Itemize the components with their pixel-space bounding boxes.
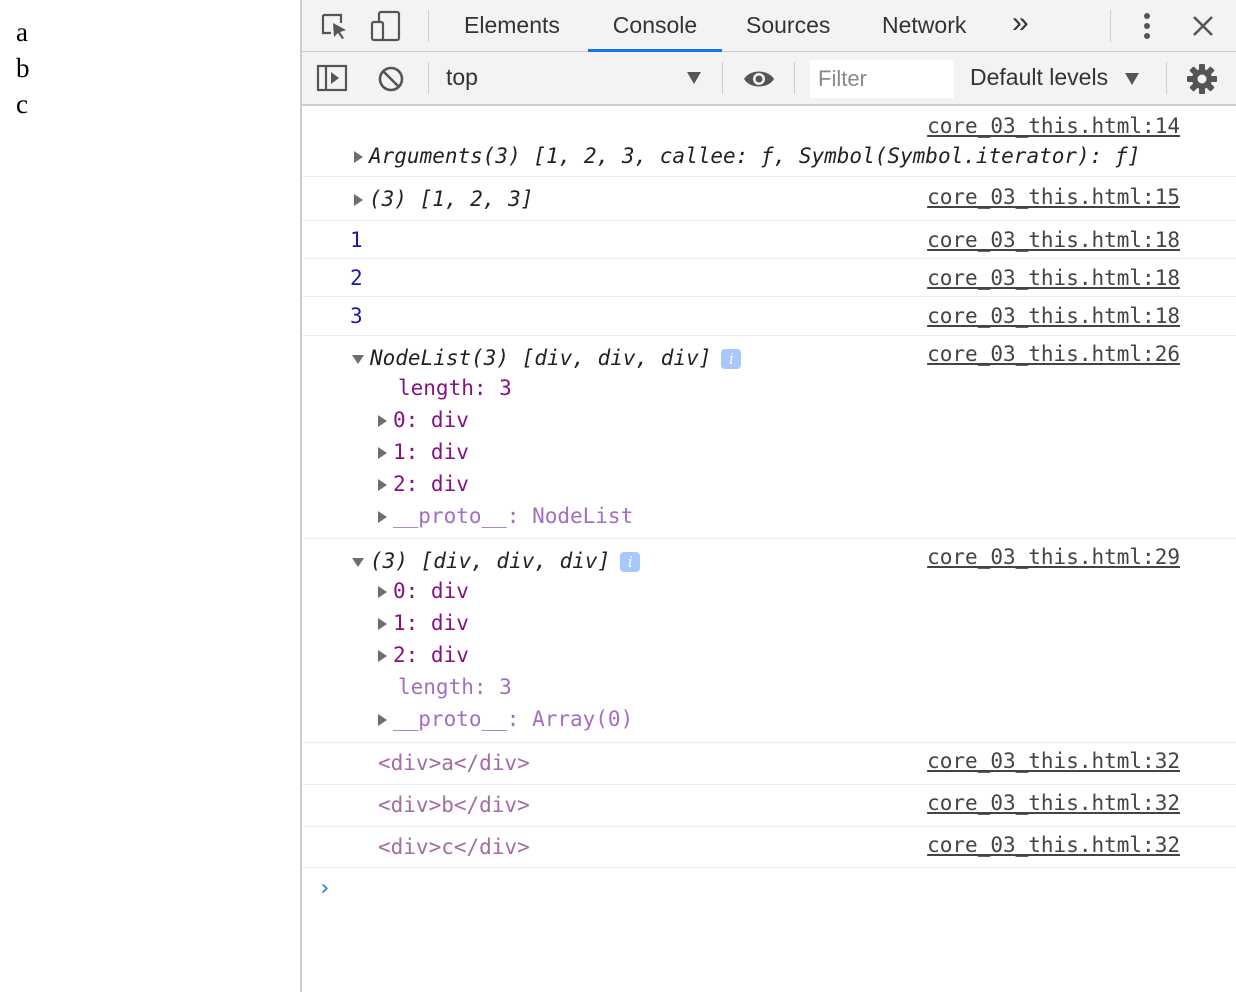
source-link[interactable]: core_03_this.html:29 — [927, 545, 1180, 569]
object-property[interactable]: 0: div — [378, 408, 469, 432]
source-link[interactable]: core_03_this.html:18 — [927, 228, 1180, 252]
source-link[interactable]: core_03_this.html:18 — [927, 304, 1180, 328]
console-message: core_03_this.html:18 3 — [302, 297, 1236, 336]
console-message: core_03_this.html:26 NodeList(3) [div, d… — [302, 336, 1236, 539]
object-property[interactable]: 2: div — [378, 643, 469, 667]
html-element-node[interactable]: <div>b</div> — [378, 793, 530, 817]
clear-console-icon[interactable] — [374, 62, 408, 96]
object-property[interactable]: 0: div — [378, 579, 469, 603]
expand-triangle-icon[interactable] — [378, 714, 387, 726]
expand-triangle-icon[interactable] — [378, 618, 387, 630]
console-prompt-icon[interactable]: › — [318, 876, 331, 901]
context-label: top — [446, 64, 478, 90]
console-message: core_03_this.html:32 <div>a</div> — [302, 743, 1236, 785]
html-element-node[interactable]: <div>a</div> — [378, 751, 530, 775]
object-property: length: 3 — [398, 376, 512, 400]
array-summary[interactable]: (3) [1, 2, 3] — [354, 187, 533, 211]
devtools-tab-bar: Elements Console Sources Network » — [302, 0, 1236, 52]
live-expression-eye-icon[interactable] — [740, 62, 778, 96]
close-icon[interactable] — [1186, 8, 1220, 44]
source-link[interactable]: core_03_this.html:18 — [927, 266, 1180, 290]
source-link[interactable]: core_03_this.html:32 — [927, 791, 1180, 815]
page-content: a b c — [0, 0, 300, 992]
default-levels-dropdown[interactable]: Default levels — [970, 62, 1150, 96]
object-property[interactable]: 1: div — [378, 440, 469, 464]
page-line-a: a — [16, 17, 28, 47]
expand-triangle-icon[interactable] — [378, 586, 387, 598]
source-link[interactable]: core_03_this.html:14 — [927, 114, 1180, 138]
arguments-summary[interactable]: Arguments(3) [1, 2, 3, callee: ƒ, Symbol… — [354, 144, 1140, 168]
context-selector[interactable]: top — [446, 62, 706, 96]
dropdown-arrow-icon — [687, 72, 701, 84]
page-line-b: b — [16, 53, 30, 83]
proto-property[interactable]: __proto__: NodeList — [378, 504, 633, 528]
console-message: core_03_this.html:32 <div>b</div> — [302, 785, 1236, 827]
tab-console[interactable]: Console — [588, 0, 722, 52]
device-toolbar-icon[interactable] — [368, 8, 406, 44]
filter-input[interactable] — [810, 60, 954, 98]
tab-elements[interactable]: Elements — [464, 0, 560, 52]
console-message: core_03_this.html:14 Arguments(3) [1, 2,… — [302, 106, 1236, 177]
console-message: core_03_this.html:29 (3) [div, div, div]… — [302, 539, 1236, 743]
tab-separator — [428, 10, 429, 42]
html-element-node[interactable]: <div>c</div> — [378, 835, 530, 859]
nodelist-summary[interactable]: NodeList(3) [div, div, div] i — [352, 346, 742, 370]
console-message: core_03_this.html:18 1 — [302, 221, 1236, 259]
page-line-c: c — [16, 89, 28, 119]
collapse-triangle-icon[interactable] — [352, 354, 364, 364]
expand-triangle-icon[interactable] — [378, 447, 387, 459]
source-link[interactable]: core_03_this.html:32 — [927, 833, 1180, 857]
dropdown-arrow-icon — [1125, 73, 1139, 85]
devtools-panel: Elements Console Sources Network » top F… — [300, 0, 1236, 992]
expand-triangle-icon[interactable] — [378, 511, 387, 523]
object-property[interactable]: 1: div — [378, 611, 469, 635]
expand-triangle-icon[interactable] — [378, 650, 387, 662]
settings-gear-icon[interactable] — [1184, 62, 1220, 96]
collapse-triangle-icon[interactable] — [352, 557, 364, 567]
expand-triangle-icon[interactable] — [378, 415, 387, 427]
object-property: length: 3 — [398, 675, 512, 699]
toolbar-separator — [428, 62, 429, 94]
expand-triangle-icon[interactable] — [354, 194, 363, 206]
tab-sources[interactable]: Sources — [746, 0, 830, 52]
inspect-element-icon[interactable] — [316, 8, 352, 44]
more-tabs-icon[interactable]: » — [1012, 0, 1029, 52]
source-link[interactable]: core_03_this.html:15 — [927, 185, 1180, 209]
source-link[interactable]: core_03_this.html:26 — [927, 342, 1180, 366]
number-value: 3 — [350, 304, 363, 328]
array-summary[interactable]: (3) [div, div, div] i — [352, 549, 641, 573]
tab-network[interactable]: Network — [882, 0, 966, 52]
toolbar-separator — [1166, 62, 1167, 94]
expand-triangle-icon[interactable] — [378, 479, 387, 491]
levels-label: Default levels — [970, 64, 1109, 90]
number-value: 1 — [350, 228, 363, 252]
info-icon: i — [721, 349, 742, 369]
proto-property[interactable]: __proto__: Array(0) — [378, 707, 633, 731]
object-property[interactable]: 2: div — [378, 472, 469, 496]
toolbar-separator — [722, 62, 723, 94]
tab-separator — [1110, 10, 1111, 42]
toolbar-separator — [794, 62, 795, 94]
console-message: core_03_this.html:18 2 — [302, 259, 1236, 297]
source-link[interactable]: core_03_this.html:32 — [927, 749, 1180, 773]
info-icon: i — [620, 552, 641, 572]
number-value: 2 — [350, 266, 363, 290]
expand-triangle-icon[interactable] — [354, 151, 363, 163]
console-output: core_03_this.html:14 Arguments(3) [1, 2,… — [302, 106, 1236, 992]
kebab-menu-icon[interactable] — [1132, 8, 1162, 44]
console-message: core_03_this.html:32 <div>c</div> — [302, 827, 1236, 868]
console-message: core_03_this.html:15 (3) [1, 2, 3] — [302, 177, 1236, 221]
show-sidebar-icon[interactable] — [314, 62, 350, 94]
